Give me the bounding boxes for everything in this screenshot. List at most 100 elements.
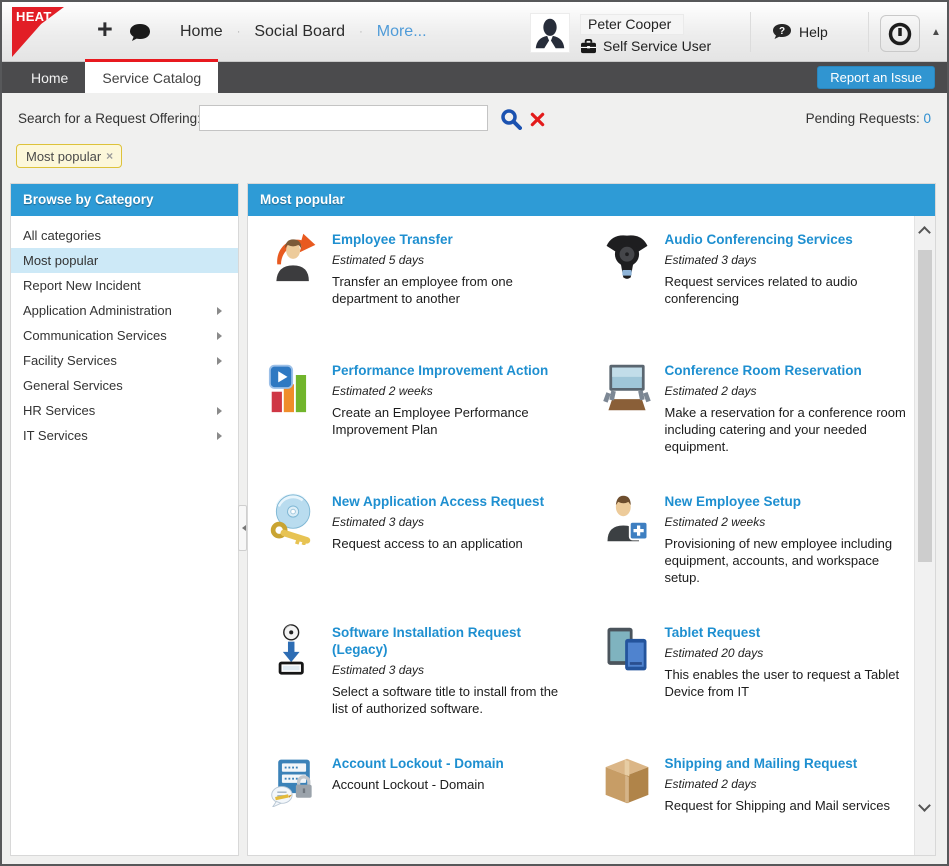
offering-conference-room-reservation[interactable]: Conference Room Reservation Estimated 2 … xyxy=(581,362,914,493)
logout-power-button[interactable] xyxy=(880,15,920,52)
sidebar-item-communication-services[interactable]: Communication Services xyxy=(11,323,238,348)
offering-new-application-access-request[interactable]: New Application Access Request Estimated… xyxy=(248,493,581,624)
offering-title[interactable]: Audio Conferencing Services xyxy=(665,232,908,249)
offering-employee-transfer[interactable]: Employee Transfer Estimated 5 days Trans… xyxy=(248,231,581,362)
sidebar-item-application-administration[interactable]: Application Administration xyxy=(11,298,238,323)
tab-bar: Home Service Catalog Report an Issue xyxy=(2,62,947,93)
offering-description: Create an Employee Performance Improveme… xyxy=(332,405,575,439)
category-label: Most popular xyxy=(23,253,98,268)
offering-description: Make a reservation for a conference room… xyxy=(665,405,908,456)
scrollbar-thumb[interactable] xyxy=(918,250,932,562)
category-label: General Services xyxy=(23,378,123,393)
submenu-arrow-icon xyxy=(217,307,226,315)
offering-description: Request services related to audio confer… xyxy=(665,274,908,308)
offering-title[interactable]: Software Installation Request (Legacy) xyxy=(332,625,575,659)
submenu-arrow-icon xyxy=(217,332,226,340)
category-label: Application Administration xyxy=(23,303,172,318)
sidebar-item-hr-services[interactable]: HR Services xyxy=(11,398,238,423)
account-lockout-icon xyxy=(268,755,320,807)
sidebar-item-report-new-incident[interactable]: Report New Incident xyxy=(11,273,238,298)
scroll-top-arrow[interactable]: ▲ xyxy=(931,27,941,38)
app-window: HEAT + Home · Social Board · More... Pet… xyxy=(0,0,949,866)
offering-title[interactable]: New Employee Setup xyxy=(665,494,908,511)
scrollbar-up-icon[interactable] xyxy=(918,226,931,239)
offering-title[interactable]: Employee Transfer xyxy=(332,232,575,249)
user-name[interactable]: Peter Cooper xyxy=(580,14,684,35)
add-icon[interactable]: + xyxy=(97,16,113,43)
search-button[interactable] xyxy=(500,108,522,133)
category-label: Communication Services xyxy=(23,328,167,343)
offering-title[interactable]: Conference Room Reservation xyxy=(665,363,908,380)
shipping-box-icon xyxy=(601,755,653,807)
tab-service-catalog[interactable]: Service Catalog xyxy=(85,59,218,93)
offering-shipping-and-mailing-request[interactable]: Shipping and Mailing Request Estimated 2… xyxy=(581,755,914,855)
chat-bubble-icon[interactable] xyxy=(129,23,151,47)
offering-account-lockout-domain[interactable]: Account Lockout - Domain Account Lockout… xyxy=(248,755,581,855)
help-button[interactable]: ? Help xyxy=(772,23,828,41)
submenu-arrow-icon xyxy=(217,407,226,415)
sidebar-title: Browse by Category xyxy=(11,184,238,216)
sidebar-item-general-services[interactable]: General Services xyxy=(11,373,238,398)
offering-title[interactable]: Tablet Request xyxy=(665,625,908,642)
scrollbar-down-icon[interactable] xyxy=(918,799,931,812)
offering-software-installation-request-legacy[interactable]: Software Installation Request (Legacy) E… xyxy=(248,624,581,755)
pending-requests-label: Pending Requests: xyxy=(806,111,924,126)
power-icon xyxy=(887,21,913,47)
offering-description: This enables the user to request a Table… xyxy=(665,667,908,701)
sidebar-item-it-services[interactable]: IT Services xyxy=(11,423,238,448)
offering-estimate: Estimated 2 weeks xyxy=(332,384,575,398)
top-menu-social-board[interactable]: Social Board xyxy=(240,23,359,41)
pending-requests-count[interactable]: 0 xyxy=(923,111,931,126)
report-an-issue-button[interactable]: Report an Issue xyxy=(817,66,935,89)
heat-logo[interactable]: HEAT xyxy=(12,7,64,57)
top-menu-more[interactable]: More... xyxy=(363,23,441,41)
offering-estimate: Estimated 2 weeks xyxy=(665,515,908,529)
top-menu-home[interactable]: Home xyxy=(166,23,237,41)
sidebar-collapse-handle[interactable] xyxy=(238,505,247,551)
offering-description: Request access to an application xyxy=(332,536,544,553)
offering-tablet-request[interactable]: Tablet Request Estimated 20 days This en… xyxy=(581,624,914,755)
chip-close-icon[interactable]: × xyxy=(106,149,113,163)
help-label: Help xyxy=(799,24,828,40)
category-label: HR Services xyxy=(23,403,95,418)
topbar: HEAT + Home · Social Board · More... Pet… xyxy=(2,2,947,62)
offering-title[interactable]: Performance Improvement Action xyxy=(332,363,575,380)
offering-audio-conferencing-services[interactable]: Audio Conferencing Services Estimated 3 … xyxy=(581,231,914,362)
offering-description: Account Lockout - Domain xyxy=(332,777,504,794)
avatar[interactable] xyxy=(530,13,570,53)
category-list: All categories Most popular Report New I… xyxy=(11,216,238,448)
tablet-icon xyxy=(601,624,653,676)
conference-room-icon xyxy=(601,362,653,414)
search-label: Search for a Request Offering: xyxy=(18,111,201,126)
offerings-panel: Most popular Employee Transfer Estimated… xyxy=(247,183,936,856)
topbar-divider xyxy=(750,12,751,52)
performance-chart-icon xyxy=(268,362,320,414)
offering-performance-improvement-action[interactable]: Performance Improvement Action Estimated… xyxy=(248,362,581,493)
audio-conferencing-icon xyxy=(601,231,653,283)
offering-description: Request for Shipping and Mail services xyxy=(665,798,890,815)
sidebar-item-all-categories[interactable]: All categories xyxy=(11,223,238,248)
offering-title[interactable]: Shipping and Mailing Request xyxy=(665,756,890,773)
offering-new-employee-setup[interactable]: New Employee Setup Estimated 2 weeks Pro… xyxy=(581,493,914,624)
offering-description: Provisioning of new employee including e… xyxy=(665,536,908,587)
help-bubble-icon: ? xyxy=(772,23,792,41)
topbar-divider xyxy=(868,12,869,52)
filter-chip-most-popular[interactable]: Most popular × xyxy=(16,144,122,168)
offering-title[interactable]: Account Lockout - Domain xyxy=(332,756,504,773)
search-icon xyxy=(500,108,522,130)
category-label: Facility Services xyxy=(23,353,117,368)
sidebar-item-facility-services[interactable]: Facility Services xyxy=(11,348,238,373)
user-silhouette-icon xyxy=(531,14,569,52)
offering-title[interactable]: New Application Access Request xyxy=(332,494,544,511)
offerings-scrollbar[interactable] xyxy=(914,216,935,855)
sidebar-item-most-popular[interactable]: Most popular xyxy=(11,248,238,273)
employee-transfer-icon xyxy=(268,231,320,283)
new-employee-icon xyxy=(601,493,653,545)
offerings-panel-title: Most popular xyxy=(248,184,935,216)
offering-estimate: Estimated 3 days xyxy=(332,663,575,677)
search-input[interactable] xyxy=(199,105,488,131)
submenu-arrow-icon xyxy=(217,357,226,365)
briefcase-icon xyxy=(580,39,597,54)
clear-search-button[interactable] xyxy=(530,112,545,130)
tab-home[interactable]: Home xyxy=(14,62,85,93)
